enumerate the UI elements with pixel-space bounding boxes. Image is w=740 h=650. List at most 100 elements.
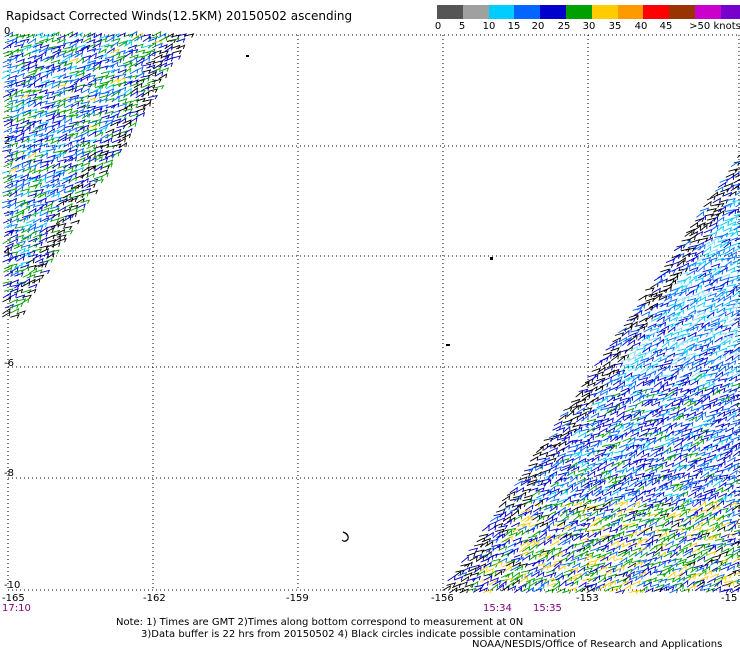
wind-barb <box>649 544 658 552</box>
wind-barb <box>602 386 612 393</box>
wind-barb <box>2 296 12 303</box>
wind-barb <box>87 131 97 137</box>
wind-barb <box>638 376 649 382</box>
wind-barb <box>15 132 25 138</box>
wind-barb <box>27 69 38 75</box>
wind-barb <box>707 550 717 556</box>
wind-barb <box>720 220 730 226</box>
wind-barb <box>32 248 43 253</box>
wind-barb <box>112 148 123 154</box>
wind-barb <box>661 582 671 589</box>
wind-barb <box>45 112 56 118</box>
wind-barb <box>726 266 736 272</box>
wind-barb <box>631 580 641 586</box>
wind-barb <box>634 495 644 503</box>
wind-barb <box>21 162 31 169</box>
wind-barb <box>660 448 669 456</box>
wind-barb <box>116 32 126 38</box>
wind-barb <box>725 484 734 491</box>
wind-barb <box>662 569 671 577</box>
wind-barb <box>580 414 589 422</box>
wind-barb <box>603 569 612 576</box>
wind-barb <box>675 584 685 591</box>
wind-barb <box>717 295 725 303</box>
wind-barb <box>57 117 66 124</box>
wind-barb <box>597 366 606 373</box>
wind-barb <box>635 485 645 492</box>
wind-barb <box>46 144 57 149</box>
wind-barb <box>664 506 675 512</box>
wind-barb <box>505 571 514 578</box>
wind-barb <box>623 425 633 432</box>
wind-barb <box>110 41 119 48</box>
wind-barb <box>698 350 708 357</box>
wind-barb <box>696 211 705 218</box>
wind-barb <box>648 467 658 474</box>
wind-barb <box>570 580 579 587</box>
wind-barb <box>558 440 567 447</box>
wind-barb <box>129 56 138 63</box>
wind-barb <box>40 105 50 110</box>
lat-label-0: 0 <box>4 26 11 37</box>
wind-barb <box>636 449 645 457</box>
wind-barb <box>480 580 489 587</box>
wind-barb <box>40 216 50 223</box>
wind-barb <box>25 258 35 265</box>
wind-barb <box>626 511 636 517</box>
time-label-1534: 15:34 <box>483 603 512 614</box>
wind-barb <box>604 508 614 513</box>
wind-barb <box>559 509 568 517</box>
wind-barb <box>676 549 684 557</box>
time-label-1710: 17:10 <box>2 603 31 614</box>
wind-barb <box>721 273 731 279</box>
wind-barb <box>613 557 624 562</box>
wind-barb <box>699 207 710 212</box>
wind-barb <box>55 184 66 189</box>
wind-barb <box>644 447 654 452</box>
wind-barb <box>148 94 158 100</box>
island-outline <box>341 531 349 542</box>
wind-barb <box>610 347 620 352</box>
wind-barb <box>14 162 24 168</box>
wind-barb <box>713 509 722 517</box>
wind-barb <box>594 359 603 367</box>
wind-barb <box>578 527 588 533</box>
wind-barb <box>607 573 618 579</box>
wind-barb <box>675 378 685 384</box>
wind-barb <box>117 98 128 103</box>
wind-barb <box>619 500 629 507</box>
lon-label-neg153: -153 <box>576 593 599 604</box>
wind-barb <box>543 462 554 467</box>
wind-barb <box>682 239 691 247</box>
wind-barb <box>33 111 42 118</box>
wind-barb <box>567 526 577 532</box>
wind-barb <box>684 280 693 288</box>
wind-barb <box>484 568 495 573</box>
wind-barb <box>650 329 660 336</box>
wind-barb <box>684 405 693 412</box>
land-speck <box>246 55 249 57</box>
wind-barb <box>555 455 564 463</box>
wind-barb <box>582 577 592 583</box>
wind-barb <box>593 530 602 538</box>
wind-barb <box>99 65 109 70</box>
wind-barb <box>21 63 31 69</box>
wind-barb <box>98 157 109 162</box>
wind-barb <box>628 313 639 319</box>
wind-barb <box>701 380 711 387</box>
wind-barb <box>512 537 522 542</box>
wind-barb <box>604 379 613 386</box>
lat-label-4: 4 <box>4 247 11 258</box>
wind-barb <box>670 261 680 266</box>
wind-barb <box>2 174 13 180</box>
wind-barb <box>68 172 78 178</box>
wind-barb <box>51 122 61 128</box>
wind-barb <box>34 83 45 89</box>
wind-barb <box>557 539 566 546</box>
wind-barb <box>519 550 529 556</box>
wind-barb <box>129 113 139 118</box>
wind-barb <box>9 298 19 304</box>
wind-barb <box>727 343 738 349</box>
wind-barb <box>122 67 132 74</box>
wind-barb <box>674 320 684 326</box>
